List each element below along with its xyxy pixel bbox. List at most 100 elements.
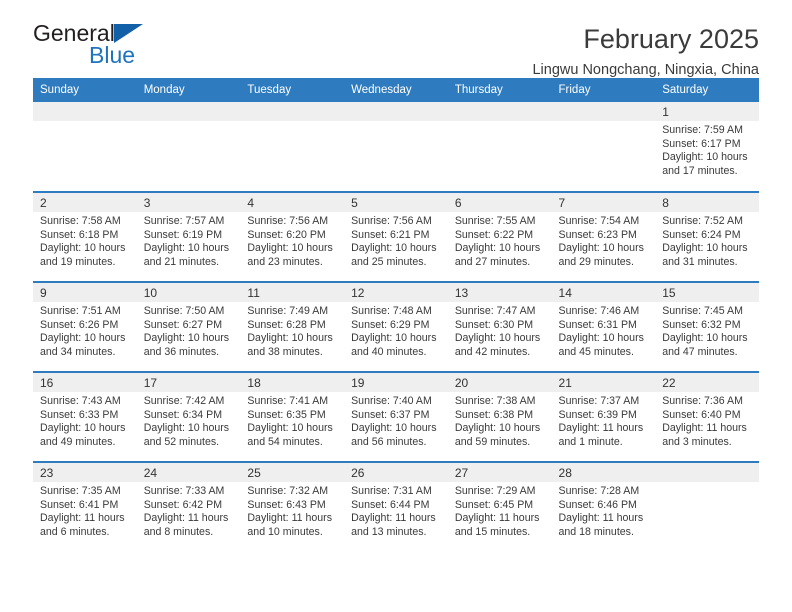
day-cell-inner: 6 Sunrise: 7:55 AM Sunset: 6:22 PM Daylight…	[447, 193, 552, 281]
logo-text-blue: Blue	[89, 42, 136, 68]
sunrise-text: Sunrise: 7:57 AM	[143, 215, 225, 227]
calendar-day-cell[interactable]: 15 Sunrise: 7:45 AM Sunset: 6:32 PM Dayligh…	[655, 281, 759, 372]
day-details: Sunrise: 7:55 AM Sunset: 6:22 PM Daylight:…	[448, 212, 552, 269]
sunrise-text: Sunrise: 7:59 AM	[662, 124, 743, 136]
calendar-day-cell[interactable]: 1 Sunrise: 7:59 AM Sunset: 6:17 PM Daylight…	[655, 102, 759, 192]
calendar-day-cell[interactable]: 11 Sunrise: 7:49 AM Sunset: 6:28 PM Dayligh…	[240, 281, 345, 372]
calendar-day-cell[interactable]: 28 Sunrise: 7:28 AM Sunset: 6:46 PM Dayligh…	[551, 461, 656, 552]
day-number	[344, 102, 448, 121]
day-number: 7	[551, 193, 656, 212]
day-cell-inner: 25 Sunrise: 7:32 AM Sunset: 6:43 PM Dayligh…	[240, 463, 345, 552]
day-number: 16	[33, 373, 137, 392]
sunset-text: Sunset: 6:31 PM	[558, 318, 637, 331]
sunrise-text: Sunrise: 7:46 AM	[558, 305, 640, 317]
daylight-text: Daylight: 10 hours and 38 minutes.	[247, 332, 333, 358]
calendar-day-cell[interactable]: 4 Sunrise: 7:56 AM Sunset: 6:20 PM Daylight…	[240, 191, 345, 282]
daylight-text: Daylight: 11 hours and 13 minutes.	[351, 512, 436, 538]
day-number: 9	[33, 283, 137, 302]
daylight-text: Daylight: 10 hours and 21 minutes.	[143, 242, 230, 268]
calendar-cell-empty	[240, 102, 345, 192]
sunrise-text: Sunrise: 7:56 AM	[247, 215, 329, 227]
calendar-day-cell[interactable]: 23 Sunrise: 7:35 AM Sunset: 6:41 PM Dayligh…	[33, 461, 137, 552]
sunset-text: Sunset: 6:19 PM	[143, 228, 223, 241]
day-details: Sunrise: 7:52 AM Sunset: 6:24 PM Daylight:…	[655, 212, 759, 269]
day-cell-inner	[344, 102, 448, 191]
calendar-day-cell[interactable]: 17 Sunrise: 7:42 AM Sunset: 6:34 PM Dayligh…	[136, 371, 241, 462]
calendar-day-cell[interactable]: 9 Sunrise: 7:51 AM Sunset: 6:26 PM Daylight…	[33, 281, 137, 372]
calendar-day-cell[interactable]: 19 Sunrise: 7:40 AM Sunset: 6:37 PM Dayligh…	[344, 371, 448, 462]
calendar-day-cell[interactable]: 27 Sunrise: 7:29 AM Sunset: 6:45 PM Dayligh…	[447, 461, 552, 552]
daylight-text: Daylight: 10 hours and 49 minutes.	[40, 422, 126, 448]
day-number: 28	[551, 463, 656, 482]
sunset-text: Sunset: 6:39 PM	[558, 408, 637, 421]
calendar-cell-empty	[136, 102, 241, 192]
daylight-text: Daylight: 10 hours and 54 minutes.	[247, 422, 333, 448]
calendar-day-cell[interactable]: 7 Sunrise: 7:54 AM Sunset: 6:23 PM Daylight…	[551, 191, 656, 282]
location-subtitle: Lingwu Nongchang, Ningxia, China	[532, 62, 759, 79]
day-number: 11	[240, 283, 345, 302]
calendar-day-cell[interactable]: 25 Sunrise: 7:32 AM Sunset: 6:43 PM Dayligh…	[240, 461, 345, 552]
calendar-day-cell[interactable]: 2 Sunrise: 7:58 AM Sunset: 6:18 PM Daylight…	[33, 191, 137, 282]
daylight-text: Daylight: 11 hours and 6 minutes.	[40, 512, 125, 538]
calendar-day-cell[interactable]: 24 Sunrise: 7:33 AM Sunset: 6:42 PM Dayligh…	[136, 461, 241, 552]
sunrise-text: Sunrise: 7:58 AM	[40, 215, 121, 227]
day-details: Sunrise: 7:46 AM Sunset: 6:31 PM Daylight:…	[552, 302, 656, 359]
day-details: Sunrise: 7:37 AM Sunset: 6:39 PM Daylight:…	[552, 392, 656, 449]
calendar-week-row: 16 Sunrise: 7:43 AM Sunset: 6:33 PM Dayligh…	[33, 371, 759, 462]
day-number: 3	[136, 193, 241, 212]
calendar-day-cell[interactable]: 5 Sunrise: 7:56 AM Sunset: 6:21 PM Daylight…	[344, 191, 448, 282]
sunrise-text: Sunrise: 7:40 AM	[351, 395, 432, 407]
sunset-text: Sunset: 6:41 PM	[40, 498, 119, 511]
day-number	[33, 102, 137, 121]
calendar-day-cell[interactable]: 22 Sunrise: 7:36 AM Sunset: 6:40 PM Dayligh…	[655, 371, 759, 462]
calendar-cell-empty	[655, 461, 759, 552]
weekday-header-tuesday: Tuesday	[240, 78, 345, 102]
calendar-day-cell[interactable]: 14 Sunrise: 7:46 AM Sunset: 6:31 PM Dayligh…	[551, 281, 656, 372]
sunset-text: Sunset: 6:18 PM	[40, 228, 119, 241]
calendar-day-cell[interactable]: 3 Sunrise: 7:57 AM Sunset: 6:19 PM Daylight…	[136, 191, 241, 282]
sunrise-text: Sunrise: 7:36 AM	[662, 395, 743, 407]
calendar-day-cell[interactable]: 10 Sunrise: 7:50 AM Sunset: 6:27 PM Dayligh…	[136, 281, 241, 372]
day-number: 25	[240, 463, 345, 482]
calendar-cell-empty	[447, 102, 552, 192]
sunset-text: Sunset: 6:44 PM	[351, 498, 430, 511]
day-details: Sunrise: 7:58 AM Sunset: 6:18 PM Daylight:…	[33, 212, 137, 269]
calendar-day-cell[interactable]: 20 Sunrise: 7:38 AM Sunset: 6:38 PM Dayligh…	[447, 371, 552, 462]
calendar-day-cell[interactable]: 12 Sunrise: 7:48 AM Sunset: 6:29 PM Dayligh…	[344, 281, 448, 372]
daylight-text: Daylight: 10 hours and 56 minutes.	[351, 422, 437, 448]
sunrise-text: Sunrise: 7:32 AM	[247, 485, 329, 497]
day-cell-inner: 4 Sunrise: 7:56 AM Sunset: 6:20 PM Daylight…	[240, 193, 345, 281]
daylight-text: Daylight: 11 hours and 15 minutes.	[454, 512, 540, 538]
day-number: 12	[344, 283, 448, 302]
day-number: 15	[655, 283, 759, 302]
daylight-text: Daylight: 10 hours and 52 minutes.	[143, 422, 230, 448]
sunset-text: Sunset: 6:17 PM	[662, 137, 741, 150]
sunset-text: Sunset: 6:22 PM	[454, 228, 534, 241]
page-header: General Blue February 2025 Lingwu Nongch…	[33, 0, 759, 79]
day-details: Sunrise: 7:56 AM Sunset: 6:21 PM Daylight:…	[344, 212, 448, 269]
calendar-day-cell[interactable]: 26 Sunrise: 7:31 AM Sunset: 6:44 PM Dayligh…	[344, 461, 448, 552]
day-cell-inner: 18 Sunrise: 7:41 AM Sunset: 6:35 PM Dayligh…	[240, 373, 345, 461]
day-number: 18	[240, 373, 345, 392]
daylight-text: Daylight: 10 hours and 47 minutes.	[662, 332, 748, 358]
day-cell-inner	[240, 102, 345, 191]
calendar-week-row: 23 Sunrise: 7:35 AM Sunset: 6:41 PM Dayligh…	[33, 461, 759, 552]
day-number: 27	[447, 463, 552, 482]
daylight-text: Daylight: 11 hours and 8 minutes.	[143, 512, 229, 538]
day-details: Sunrise: 7:51 AM Sunset: 6:26 PM Daylight:…	[33, 302, 137, 359]
day-cell-inner: 10 Sunrise: 7:50 AM Sunset: 6:27 PM Dayligh…	[136, 283, 241, 371]
sunset-text: Sunset: 6:34 PM	[143, 408, 223, 421]
day-details: Sunrise: 7:45 AM Sunset: 6:32 PM Daylight:…	[655, 302, 759, 359]
calendar-day-cell[interactable]: 18 Sunrise: 7:41 AM Sunset: 6:35 PM Dayligh…	[240, 371, 345, 462]
day-cell-inner: 19 Sunrise: 7:40 AM Sunset: 6:37 PM Dayligh…	[344, 373, 448, 461]
calendar-day-cell[interactable]: 8 Sunrise: 7:52 AM Sunset: 6:24 PM Daylight…	[655, 191, 759, 282]
day-number: 26	[344, 463, 448, 482]
calendar-day-cell[interactable]: 21 Sunrise: 7:37 AM Sunset: 6:39 PM Dayligh…	[551, 371, 656, 462]
day-cell-inner	[551, 102, 656, 191]
sunrise-sunset-calendar: Sunday Monday Tuesday Wednesday Thursday…	[33, 78, 759, 552]
calendar-day-cell[interactable]: 6 Sunrise: 7:55 AM Sunset: 6:22 PM Daylight…	[447, 191, 552, 282]
general-blue-logo[interactable]: General Blue	[33, 22, 183, 70]
calendar-day-cell[interactable]: 16 Sunrise: 7:43 AM Sunset: 6:33 PM Dayligh…	[33, 371, 137, 462]
calendar-day-cell[interactable]: 13 Sunrise: 7:47 AM Sunset: 6:30 PM Dayligh…	[447, 281, 552, 372]
day-cell-inner	[447, 102, 552, 191]
